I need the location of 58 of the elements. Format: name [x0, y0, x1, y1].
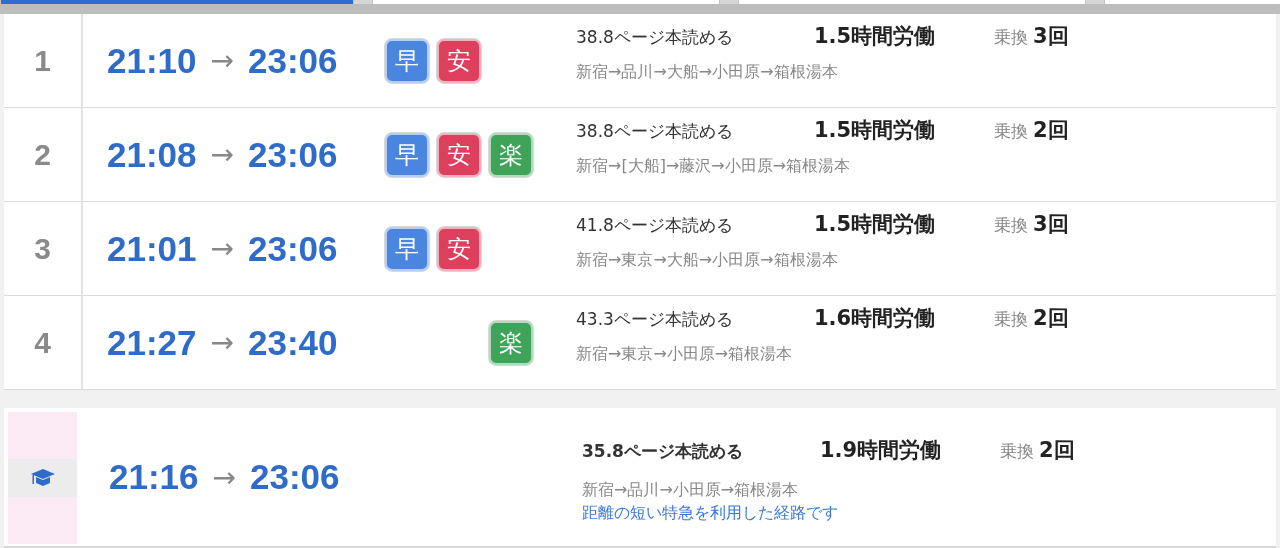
- row-number: 1: [4, 14, 83, 107]
- route-tag: 早: [385, 226, 429, 271]
- work-hours: 1.5時間労働: [814, 211, 937, 238]
- tab[interactable]: [0, 0, 354, 4]
- route-tag: 楽: [489, 132, 533, 177]
- graduation-cap-icon: [30, 468, 55, 488]
- departure-time: 21:10: [107, 40, 197, 81]
- route-path: 新宿→東京→大船→小田原→箱根湯本: [576, 250, 839, 271]
- arrival-time: 23:06: [248, 228, 338, 269]
- route-tag: 安: [437, 132, 481, 177]
- row-number: 2: [4, 108, 83, 201]
- departure-time: 21:27: [107, 322, 197, 363]
- departure-time: 21:16: [109, 457, 199, 497]
- route-path: 新宿→品川→小田原→箱根湯本: [582, 480, 800, 501]
- route-path: 新宿→[大船]→藤沢→小田原→箱根湯本: [576, 156, 852, 177]
- route-path: 新宿→品川→大船→小田原→箱根湯本: [576, 62, 839, 83]
- tab[interactable]: [372, 0, 720, 4]
- transfer-count: 2回: [1039, 437, 1075, 464]
- transfer-count: 2回: [1033, 305, 1069, 332]
- departure-time: 21:01: [107, 228, 197, 269]
- route-note: 距離の短い特急を利用した経路です: [582, 503, 839, 524]
- arrival-time: 23:06: [248, 40, 338, 81]
- tab[interactable]: [1104, 0, 1280, 4]
- route-tag: 安: [437, 38, 481, 83]
- work-hours: 1.9時間労働: [820, 437, 943, 464]
- arrow: →: [210, 44, 234, 77]
- transfer-count: 3回: [1033, 23, 1069, 50]
- arrow: →: [210, 326, 234, 359]
- arrival-time: 23:06: [250, 457, 340, 497]
- pages-readable: 38.8ページ本読める: [576, 26, 734, 49]
- row-number: 4: [4, 296, 83, 389]
- pages-readable: 38.8ページ本読める: [576, 120, 734, 143]
- pages-readable: 41.8ページ本読める: [576, 214, 734, 237]
- transfer-label: 乗換: [1000, 440, 1034, 463]
- pages-readable: 35.8ページ本読める: [582, 440, 744, 463]
- work-hours: 1.5時間労働: [814, 23, 937, 50]
- route-path: 新宿→東京→小田原→箱根湯本: [576, 344, 794, 365]
- arrival-time: 23:40: [248, 322, 338, 363]
- route-tag: 楽: [489, 320, 533, 365]
- transfer-label: 乗換: [994, 214, 1028, 237]
- arrow: →: [210, 138, 234, 171]
- route-tag: 早: [385, 132, 429, 177]
- arrow: →: [210, 232, 234, 265]
- arrival-time: 23:06: [248, 134, 338, 175]
- route-tag: 安: [437, 226, 481, 271]
- pages-readable: 43.3ページ本読める: [576, 308, 734, 331]
- transfer-label: 乗換: [994, 308, 1028, 331]
- tab[interactable]: [738, 0, 1086, 4]
- transfer-label: 乗換: [994, 26, 1028, 49]
- arrow: →: [212, 460, 236, 494]
- transfer-count: 2回: [1033, 117, 1069, 144]
- row-number: 3: [4, 202, 83, 295]
- work-hours: 1.6時間労働: [814, 305, 937, 332]
- departure-time: 21:08: [107, 134, 197, 175]
- work-hours: 1.5時間労働: [814, 117, 937, 144]
- route-tag: 早: [385, 38, 429, 83]
- transfer-label: 乗換: [994, 120, 1028, 143]
- transfer-count: 3回: [1033, 211, 1069, 238]
